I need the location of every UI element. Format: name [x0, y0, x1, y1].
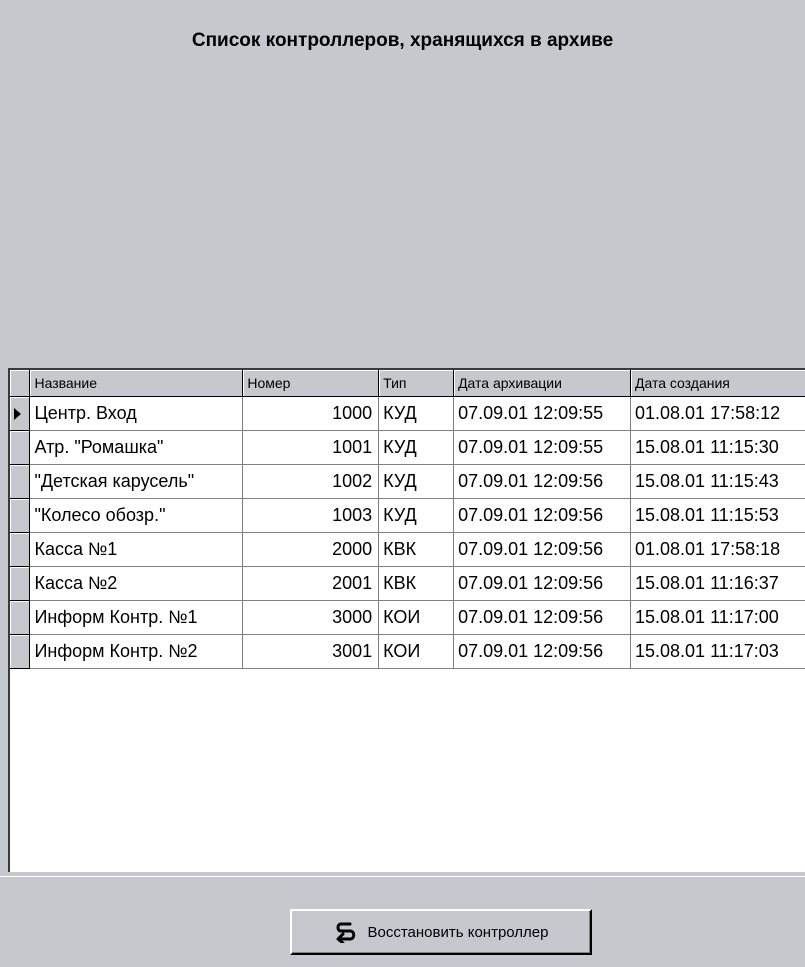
table-row[interactable]: Центр. Вход 1000 КУД 07.09.01 12:09:55 0… [10, 397, 805, 431]
header-row: Название Номер Тип Дата архивации Дата с… [10, 370, 805, 397]
cell-archive-date[interactable]: 07.09.01 12:09:55 [454, 397, 631, 431]
cell-archive-date[interactable]: 07.09.01 12:09:56 [454, 601, 631, 635]
table-row[interactable]: Касса №2 2001 КВК 07.09.01 12:09:56 15.0… [10, 567, 805, 601]
row-indicator [10, 635, 30, 669]
cell-created-date[interactable]: 01.08.01 17:58:18 [631, 533, 805, 567]
column-header-name[interactable]: Название [30, 370, 243, 397]
cell-name[interactable]: Информ Контр. №2 [30, 635, 243, 669]
cell-created-date[interactable]: 15.08.01 11:15:43 [631, 465, 805, 499]
cell-type[interactable]: КУД [379, 465, 454, 499]
cell-name[interactable]: Касса №2 [30, 567, 243, 601]
cell-type[interactable]: КВК [379, 567, 454, 601]
cell-type[interactable]: КОИ [379, 601, 454, 635]
cell-type[interactable]: КОИ [379, 635, 454, 669]
row-indicator [10, 397, 30, 431]
cell-name[interactable]: Атр. "Ромашка" [30, 431, 243, 465]
column-header-number[interactable]: Номер [243, 370, 379, 397]
cell-name[interactable]: Информ Контр. №1 [30, 601, 243, 635]
row-indicator [10, 431, 30, 465]
cell-archive-date[interactable]: 07.09.01 12:09:56 [454, 533, 631, 567]
cell-archive-date[interactable]: 07.09.01 12:09:55 [454, 431, 631, 465]
page-title: Список контроллеров, хранящихся в архиве [0, 30, 805, 52]
cell-archive-date[interactable]: 07.09.01 12:09:56 [454, 465, 631, 499]
column-header-created-date[interactable]: Дата создания [631, 370, 805, 397]
row-indicator [10, 465, 30, 499]
cell-number[interactable]: 1000 [243, 397, 379, 431]
cell-archive-date[interactable]: 07.09.01 12:09:56 [454, 567, 631, 601]
cell-created-date[interactable]: 01.08.01 17:58:12 [631, 397, 805, 431]
row-indicator [10, 601, 30, 635]
cell-type[interactable]: КУД [379, 397, 454, 431]
table-row[interactable]: Информ Контр. №2 3001 КОИ 07.09.01 12:09… [10, 635, 805, 669]
cell-type[interactable]: КУД [379, 499, 454, 533]
cell-archive-date[interactable]: 07.09.01 12:09:56 [454, 635, 631, 669]
cell-created-date[interactable]: 15.08.01 11:17:03 [631, 635, 805, 669]
cell-number[interactable]: 3001 [243, 635, 379, 669]
table-row[interactable]: Информ Контр. №1 3000 КОИ 07.09.01 12:09… [10, 601, 805, 635]
restore-button-label: Восстановить контроллер [368, 924, 549, 941]
row-indicator [10, 533, 30, 567]
button-panel: Восстановить контроллер [0, 876, 805, 967]
table-row[interactable]: Атр. "Ромашка" 1001 КУД 07.09.01 12:09:5… [10, 431, 805, 465]
row-indicator [10, 499, 30, 533]
cell-created-date[interactable]: 15.08.01 11:16:37 [631, 567, 805, 601]
controllers-table: Название Номер Тип Дата архивации Дата с… [10, 370, 805, 669]
table-row[interactable]: "Колесо обозр." 1003 КУД 07.09.01 12:09:… [10, 499, 805, 533]
cell-name[interactable]: "Колесо обозр." [30, 499, 243, 533]
table-row[interactable]: "Детская карусель" 1002 КУД 07.09.01 12:… [10, 465, 805, 499]
indicator-header [10, 370, 30, 397]
cell-name[interactable]: Касса №1 [30, 533, 243, 567]
restore-controller-button[interactable]: Восстановить контроллер [290, 909, 592, 955]
cell-created-date[interactable]: 15.08.01 11:17:00 [631, 601, 805, 635]
cell-number[interactable]: 1002 [243, 465, 379, 499]
cell-created-date[interactable]: 15.08.01 11:15:30 [631, 431, 805, 465]
cell-number[interactable]: 1003 [243, 499, 379, 533]
cell-name[interactable]: "Детская карусель" [30, 465, 243, 499]
cell-name[interactable]: Центр. Вход [30, 397, 243, 431]
cell-type[interactable]: КВК [379, 533, 454, 567]
cell-number[interactable]: 3000 [243, 601, 379, 635]
current-row-arrow-icon [14, 408, 21, 420]
cell-number[interactable]: 2000 [243, 533, 379, 567]
cell-number[interactable]: 2001 [243, 567, 379, 601]
controllers-grid[interactable]: Название Номер Тип Дата архивации Дата с… [8, 368, 805, 872]
column-header-type[interactable]: Тип [379, 370, 454, 397]
restore-arrow-icon [334, 921, 358, 943]
cell-number[interactable]: 1001 [243, 431, 379, 465]
column-header-archive-date[interactable]: Дата архивации [454, 370, 631, 397]
cell-archive-date[interactable]: 07.09.01 12:09:56 [454, 499, 631, 533]
table-row[interactable]: Касса №1 2000 КВК 07.09.01 12:09:56 01.0… [10, 533, 805, 567]
cell-created-date[interactable]: 15.08.01 11:15:53 [631, 499, 805, 533]
row-indicator [10, 567, 30, 601]
cell-type[interactable]: КУД [379, 431, 454, 465]
